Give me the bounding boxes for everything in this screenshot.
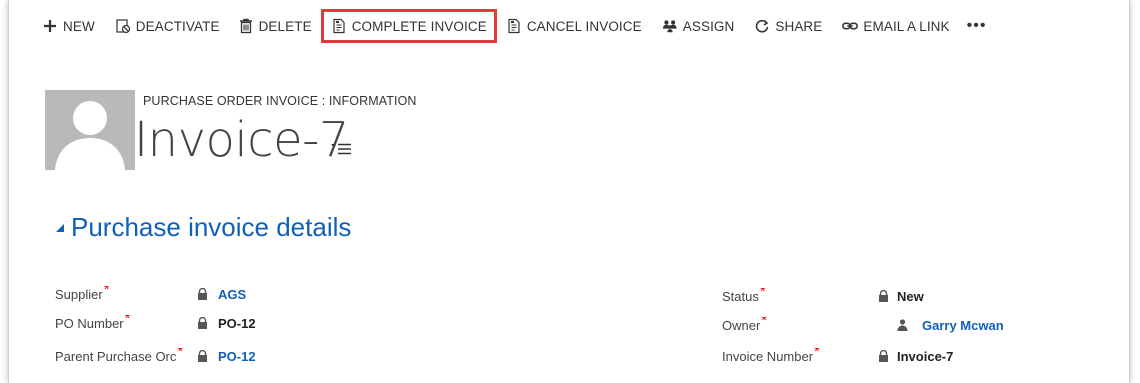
required-mark: * (761, 316, 768, 329)
delete-label: DELETE (258, 18, 312, 34)
cancel-invoice-label: CANCEL INVOICE (526, 18, 642, 34)
share-icon (754, 18, 770, 34)
share-button[interactable]: SHARE (747, 11, 829, 41)
complete-invoice-button[interactable]: COMPLETE INVOICE (320, 9, 497, 43)
person-silhouette-icon (45, 90, 135, 170)
supplier-value-link[interactable]: AGS (218, 287, 246, 302)
form-window: NEW DEACTIVATE DELETE COMPLETE INVOICE C… (8, 0, 1130, 383)
people-icon (662, 18, 678, 34)
form-selector-icon[interactable] (331, 142, 351, 156)
user-icon (897, 319, 908, 331)
new-label: NEW (63, 18, 95, 34)
complete-invoice-label: COMPLETE INVOICE (351, 18, 487, 34)
new-button[interactable]: NEW (35, 11, 102, 41)
trash-icon (238, 18, 254, 34)
status-value: New (897, 288, 924, 304)
command-bar: NEW DEACTIVATE DELETE COMPLETE INVOICE C… (9, 0, 1129, 52)
required-mark: * (759, 287, 766, 300)
deactivate-button[interactable]: DEACTIVATE (108, 11, 227, 41)
deactivate-icon (115, 18, 131, 34)
required-mark: * (124, 314, 131, 327)
deactivate-label: DEACTIVATE (135, 18, 220, 34)
parent-purchase-order-value-link[interactable]: PO-12 (218, 349, 256, 364)
assign-button[interactable]: ASSIGN (655, 11, 742, 41)
email-link-label: EMAIL A LINK (863, 18, 950, 34)
section-header[interactable]: Purchase invoice details (55, 212, 351, 243)
plus-icon (42, 18, 58, 34)
field-label: PO Number (55, 315, 124, 331)
invoice-document-icon (331, 18, 347, 34)
record-title: Invoice-7 (134, 112, 349, 168)
share-label: SHARE (775, 18, 823, 34)
field-parent-purchase-order: Parent Purchase Orc* PO-12 (55, 345, 256, 367)
more-commands-button[interactable]: ••• (957, 17, 997, 35)
record-image[interactable] (45, 90, 135, 170)
section-title: Purchase invoice details (71, 212, 352, 242)
owner-value-link[interactable]: Garry Mcwan (922, 318, 1004, 333)
assign-label: ASSIGN (682, 18, 735, 34)
required-mark: * (177, 347, 184, 360)
field-label: Owner (722, 317, 761, 333)
field-status: Status* New (722, 285, 924, 307)
field-po-number: PO Number* PO-12 (55, 312, 256, 334)
lock-icon (879, 350, 888, 362)
delete-button[interactable]: DELETE (231, 11, 319, 41)
field-label: Invoice Number (722, 348, 814, 364)
email-link-button[interactable]: EMAIL A LINK (835, 11, 956, 41)
entity-form-label: PURCHASE ORDER INVOICE : INFORMATION (143, 94, 417, 108)
field-owner: Owner* Garry Mcwan (722, 314, 1004, 336)
invoice-document-icon (506, 18, 522, 34)
lock-icon (198, 288, 207, 300)
field-label: Parent Purchase Orc (55, 348, 177, 364)
required-mark: * (814, 347, 820, 360)
field-label: Supplier (55, 286, 103, 302)
field-supplier: Supplier* AGS (55, 283, 246, 305)
po-number-value: PO-12 (218, 315, 256, 331)
collapse-triangle-icon (56, 223, 64, 232)
lock-icon (879, 290, 888, 302)
cancel-invoice-button[interactable]: CANCEL INVOICE (499, 11, 649, 41)
lock-icon (198, 317, 207, 329)
link-icon (842, 18, 859, 34)
lock-icon (198, 350, 207, 362)
field-invoice-number: Invoice Number* Invoice-7 (722, 345, 953, 367)
required-mark: * (103, 285, 110, 298)
invoice-number-value: Invoice-7 (897, 348, 954, 364)
field-label: Status (722, 288, 759, 304)
more-label: ••• (966, 17, 987, 34)
